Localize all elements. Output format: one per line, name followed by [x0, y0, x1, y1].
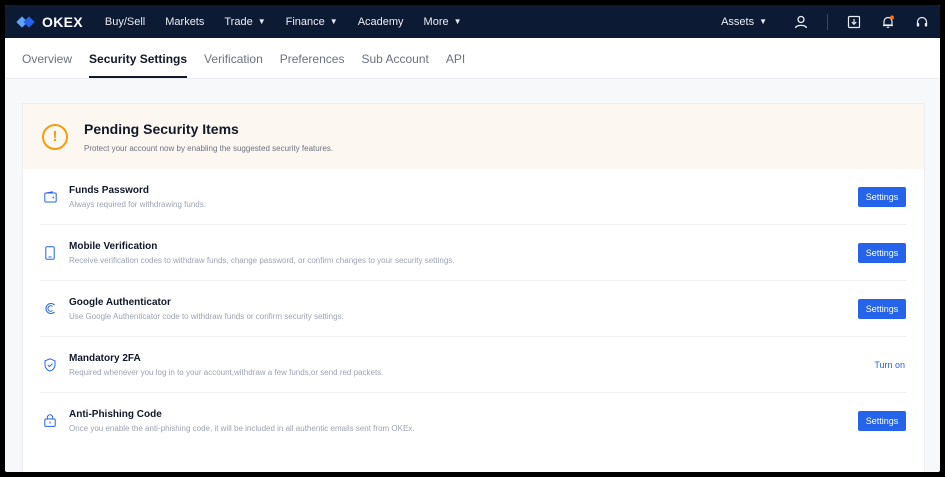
- tab-overview[interactable]: Overview: [22, 52, 72, 78]
- nav-markets[interactable]: Markets: [165, 16, 204, 28]
- security-panel: ! Pending Security Items Protect your ac…: [22, 103, 925, 472]
- shield-icon: [43, 357, 57, 372]
- item-title: Mandatory 2FA: [69, 352, 141, 364]
- download-icon[interactable]: [846, 14, 862, 30]
- brand-name: OKEX: [42, 13, 83, 30]
- app-window: OKEX Buy/Sell Markets Trade ▼ Finance ▼ Ac…: [5, 5, 940, 472]
- nav-label: More: [423, 15, 449, 28]
- lock-icon: [43, 414, 57, 428]
- assets-label: Assets: [721, 15, 755, 28]
- security-item-mobile-verification: Mobile Verification Receive verification…: [40, 225, 907, 281]
- nav-trade[interactable]: Trade ▼: [224, 16, 265, 28]
- headset-icon[interactable]: [914, 14, 930, 30]
- nav-finance[interactable]: Finance ▼: [286, 16, 338, 28]
- security-item-funds-password: Funds Password Always required for withd…: [40, 169, 907, 225]
- item-title: Anti-Phishing Code: [69, 408, 162, 420]
- nav-buy-sell[interactable]: Buy/Sell: [105, 16, 145, 28]
- mobile-verification-settings-button[interactable]: Settings: [858, 242, 906, 263]
- security-items-list: Funds Password Always required for withd…: [23, 169, 924, 448]
- nav-label: Trade: [224, 15, 253, 28]
- top-navigation: OKEX Buy/Sell Markets Trade ▼ Finance ▼ Ac…: [5, 5, 940, 38]
- item-title: Mobile Verification: [69, 240, 158, 252]
- pending-title: Pending Security Items: [84, 120, 239, 137]
- nav-academy[interactable]: Academy: [358, 16, 404, 28]
- security-item-google-authenticator: Google Authenticator Use Google Authenti…: [40, 281, 907, 337]
- chevron-down-icon: ▼: [257, 17, 266, 26]
- okex-logo[interactable]: OKEX: [16, 13, 83, 30]
- funds-password-settings-button[interactable]: Settings: [858, 186, 906, 207]
- item-description: Required whenever you log in to your acc…: [69, 367, 384, 377]
- anti-phishing-settings-button[interactable]: Settings: [858, 410, 906, 431]
- pending-description: Protect your account now by enabling the…: [84, 143, 334, 153]
- security-item-anti-phishing: Anti-Phishing Code Once you enable the a…: [40, 393, 907, 448]
- google-authenticator-settings-button[interactable]: Settings: [858, 298, 906, 319]
- tab-preferences[interactable]: Preferences: [280, 52, 345, 78]
- item-description: Use Google Authenticator code to withdra…: [69, 311, 344, 321]
- mandatory-2fa-turn-on-link[interactable]: Turn on: [874, 360, 905, 370]
- item-title: Funds Password: [69, 184, 150, 196]
- nav-label: Academy: [357, 15, 404, 28]
- nav-label: Buy/Sell: [104, 15, 146, 28]
- tab-sub-account[interactable]: Sub Account: [361, 52, 428, 78]
- wallet-icon: [43, 190, 57, 204]
- warning-icon: !: [42, 123, 68, 150]
- chevron-down-icon: ▼: [759, 17, 767, 26]
- nav-label: Finance: [285, 15, 325, 28]
- tab-verification[interactable]: Verification: [204, 52, 263, 78]
- account-tabs: Overview Security Settings Verification …: [5, 38, 940, 79]
- item-description: Always required for withdrawing funds.: [69, 199, 206, 209]
- nav-more[interactable]: More ▼: [424, 16, 462, 28]
- nav-divider: [827, 13, 828, 30]
- chevron-down-icon: ▼: [329, 17, 338, 26]
- item-description: Once you enable the anti-phishing code, …: [69, 423, 415, 433]
- okex-logo-icon: [16, 15, 39, 29]
- phone-icon: [43, 245, 57, 260]
- pending-security-banner: ! Pending Security Items Protect your ac…: [23, 104, 924, 169]
- item-description: Receive verification codes to withdraw f…: [69, 255, 455, 265]
- assets-menu[interactable]: Assets ▼: [721, 16, 767, 28]
- tab-security-settings[interactable]: Security Settings: [89, 52, 188, 78]
- tab-api[interactable]: API: [446, 52, 465, 78]
- item-title: Google Authenticator: [69, 296, 171, 308]
- google-icon: [43, 302, 57, 316]
- nav-right-group: Assets ▼: [721, 5, 940, 38]
- nav-label: Markets: [165, 15, 205, 28]
- security-item-mandatory-2fa: Mandatory 2FA Required whenever you log …: [40, 337, 907, 393]
- user-icon[interactable]: [793, 14, 809, 30]
- chevron-down-icon: ▼: [453, 17, 462, 26]
- bell-icon[interactable]: [880, 14, 896, 30]
